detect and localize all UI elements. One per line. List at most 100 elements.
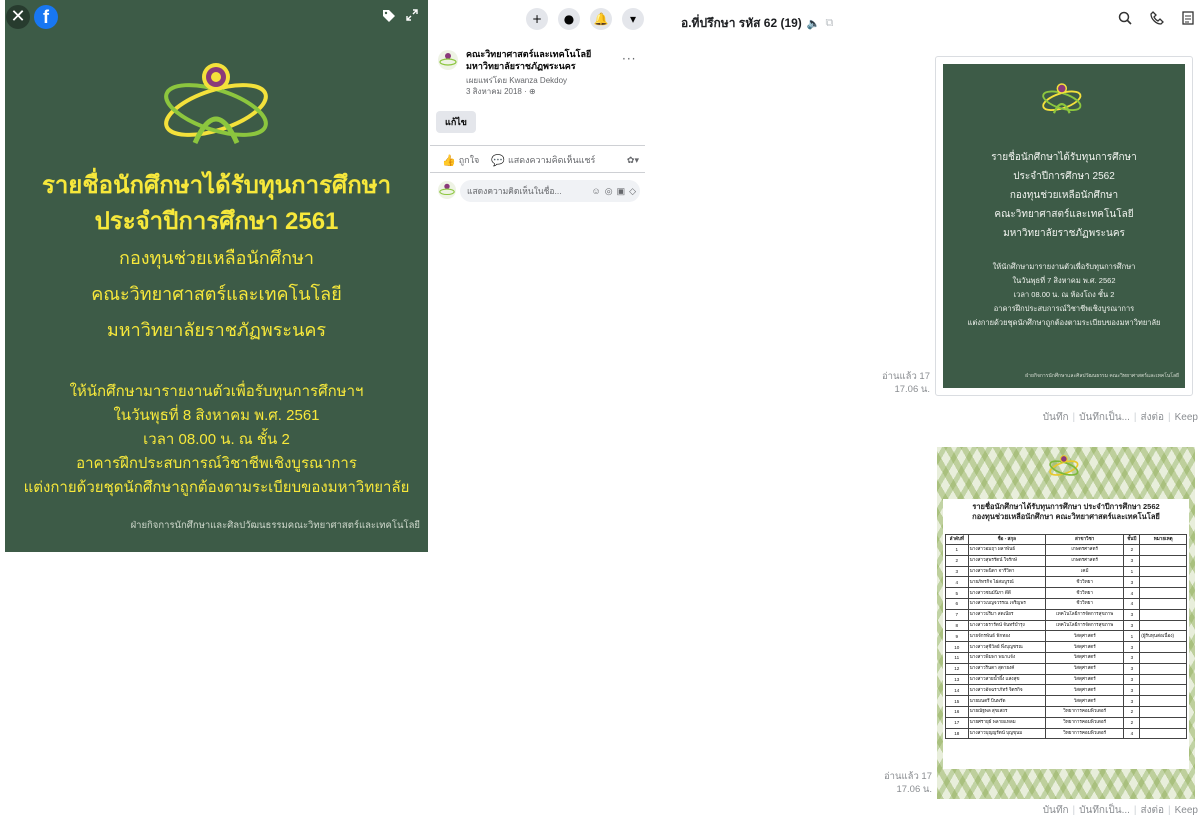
- sticker-icon[interactable]: ◇: [629, 186, 636, 197]
- save-link[interactable]: บันทึก: [1043, 805, 1069, 816]
- note-icon[interactable]: [1182, 11, 1194, 29]
- table-row: 1 นางสาวอมฤา ผลาพันธ์ เกษตรศาสตร์ 2: [945, 544, 1187, 556]
- post-as-selector[interactable]: ✿▾: [627, 155, 639, 166]
- table-cell: 1: [1123, 565, 1141, 578]
- table-row: 7 นางสาวปริมา สดเนียร เทคโนโลยีการจัดการสุ…: [945, 608, 1187, 621]
- like-label: ถูกใจ: [458, 155, 480, 165]
- table-row: 9 นายจักรพันธ์ ฟักทอง วัสดุศาสตร์ 1 (ผู้รับท…: [945, 630, 1187, 643]
- top-actions: + ● 🔔 ▾: [526, 8, 644, 30]
- table-cell: 1: [1123, 630, 1141, 643]
- table-cell: นางสาวชนม์นิภา ดีดี: [967, 587, 1046, 599]
- table-cell: วัสดุศาสตร์: [1044, 651, 1125, 664]
- table-cell: 2: [945, 554, 969, 567]
- edit-button[interactable]: แก้ไข: [436, 111, 476, 133]
- table-cell: นายณัฐพล สุขเสถร: [967, 705, 1046, 718]
- popout-icon[interactable]: ⧉: [826, 17, 834, 30]
- table-cell: นางสาวพิมพา พนาแจ้ง: [967, 651, 1046, 664]
- gif-icon[interactable]: ▣: [617, 186, 626, 197]
- table-cell: ชีววิทยา: [1044, 587, 1125, 599]
- account-menu-icon[interactable]: ▾: [622, 8, 644, 30]
- table-cell: [1139, 716, 1187, 729]
- table-cell: 3: [1123, 554, 1141, 567]
- table-cell: [1139, 641, 1187, 653]
- commenter-avatar: [438, 181, 456, 199]
- table-cell: 14: [945, 684, 969, 697]
- table-cell: นางสาวอัจฉราภัทร์ จิตรกิจ: [967, 684, 1046, 697]
- announcement-heading: รายชื่อนักศึกษาได้รับทุนการศึกษา ประจำปีก…: [943, 148, 1185, 243]
- emoji-icon[interactable]: ☺: [592, 186, 601, 197]
- image-message-announcement[interactable]: รายชื่อนักศึกษาได้รับทุนการศึกษา ประจำปีก…: [935, 56, 1193, 396]
- table-cell: เกษตรศาสตร์: [1044, 554, 1125, 567]
- post-date[interactable]: 3 สิงหาคม 2018 ·: [466, 87, 529, 96]
- table-row: 11 นางสาวพิมพา พนาแจ้ง วัสดุศาสตร์ 3: [945, 651, 1187, 664]
- text-line: เวลา 08.00 น. ณ ชั้น 2: [143, 431, 290, 448]
- message-time: 17.06 น.: [896, 784, 932, 795]
- like-button[interactable]: 👍 ถูกใจ: [442, 153, 479, 167]
- column-header: สาขาวิชา: [1044, 534, 1125, 545]
- table-row: 3 นางสาวพนิดา จารีวิดา เคมี 1: [945, 565, 1187, 578]
- table-cell: เทคโนโลยีการจัดการสุขภาพ: [1044, 619, 1125, 632]
- keep-link[interactable]: Keep: [1175, 805, 1198, 816]
- post-meta: เผยแพร่โดย Kwanza Dekdoy 3 สิงหาคม 2018 …: [466, 75, 626, 97]
- read-count: อ่านแล้ว 17: [881, 371, 930, 382]
- page-name-link[interactable]: คณะวิทยาศาสตร์และเทคโนโลยี มหาวิทยาลัยรา…: [466, 48, 616, 72]
- keep-link[interactable]: Keep: [1175, 412, 1198, 423]
- save-as-link[interactable]: บันทึกเป็น...: [1079, 412, 1130, 423]
- table-cell: นายศรายุธ์ พลายแหลม: [967, 716, 1046, 729]
- table-cell: นางสาวธรารัตน์ จันทร์บำรุง: [967, 619, 1046, 632]
- messenger-icon[interactable]: ●: [558, 8, 580, 30]
- table-cell: 17: [945, 716, 969, 729]
- save-link[interactable]: บันทึก: [1043, 412, 1069, 423]
- column-header: หมายเหตุ: [1139, 534, 1187, 545]
- forward-link[interactable]: ส่งต่อ: [1141, 805, 1165, 816]
- table-cell: 2: [1123, 716, 1141, 729]
- table-row: 14 นางสาวอัจฉราภัทร์ จิตรกิจ วัสดุศาสตร์ 3: [945, 684, 1187, 697]
- table-cell: [1139, 554, 1187, 567]
- text-line: อาคารฝึกประสบการณ์วิชาชีพเชิงบูรณาการ: [993, 304, 1135, 313]
- table-cell: [1139, 597, 1187, 610]
- image-message-roster[interactable]: รายชื่อนักศึกษาได้รับทุนการศึกษา ประจำปี…: [937, 447, 1195, 799]
- close-icon[interactable]: ✕: [6, 5, 30, 29]
- photo-viewer: ✕ f รายชื่อนักศึกษาได้รับทุนการศึกษา ประจ…: [5, 0, 428, 552]
- save-as-link[interactable]: บันทึกเป็น...: [1079, 805, 1130, 816]
- table-cell: 3: [945, 565, 969, 578]
- chat-title[interactable]: อ.ที่ปรึกษา รหัส 62 (19): [681, 14, 802, 33]
- text-line: มหาวิทยาลัยราชภัฏพระนคร: [106, 320, 327, 340]
- table-row: 17 นายศรายุธ์ พลายแหลม วิทยาการคอมพิวเตอร์…: [945, 716, 1187, 729]
- phone-icon[interactable]: [1150, 11, 1164, 29]
- table-cell: 1: [945, 544, 969, 556]
- message-time: 17.06 น.: [894, 384, 930, 395]
- comment-button[interactable]: 💬 แสดงความคิดเห็น: [491, 153, 578, 167]
- page-avatar[interactable]: [438, 50, 458, 70]
- tag-icon[interactable]: [382, 9, 396, 27]
- mute-icon[interactable]: 🔈: [807, 17, 821, 30]
- text-line: ในวันพุธที่ 8 สิงหาคม พ.ศ. 2561: [113, 407, 320, 424]
- expand-icon[interactable]: [406, 9, 418, 25]
- more-options-button[interactable]: ···: [622, 52, 636, 66]
- table-cell: [1139, 587, 1187, 599]
- message-actions: บันทึก | บันทึกเป็น... | ส่งต่อ | Keep: [1042, 412, 1198, 423]
- table-cell: 3: [1123, 662, 1141, 675]
- facebook-logo-icon[interactable]: f: [34, 5, 58, 29]
- text-line: แต่งกายด้วยชุดนักศึกษาถูกต้องตามระเบียบข…: [967, 318, 1161, 327]
- table-cell: 9: [945, 630, 969, 643]
- scholarship-roster-table: ลำดับที่ ชื่อ - สกุล สาขาวิชา ชั้นปี หมายเหต…: [945, 534, 1187, 740]
- camera-icon[interactable]: ◎: [605, 186, 613, 197]
- search-icon[interactable]: [1118, 11, 1132, 29]
- notifications-icon[interactable]: 🔔: [590, 8, 612, 30]
- read-status: อ่านแล้ว 17 17.06 น.: [872, 770, 932, 796]
- share-button[interactable]: แชร์: [579, 153, 596, 167]
- posted-by[interactable]: เผยแพร่โดย Kwanza Dekdoy: [466, 75, 626, 86]
- table-cell: 11: [945, 651, 969, 664]
- table-cell: ชีววิทยา: [1044, 597, 1125, 610]
- comment-input[interactable]: แสดงความคิดเห็นในชื่อ... ☺ ◎ ▣ ◇: [460, 180, 640, 202]
- table-cell: [1139, 673, 1187, 686]
- table-cell: ชีววิทยา: [1044, 576, 1125, 589]
- reaction-bar: 👍 ถูกใจ 💬 แสดงความคิดเห็น แชร์ ✿▾: [430, 145, 645, 167]
- table-cell: [1139, 662, 1187, 675]
- text-line: ให้นักศึกษามารายงานตัวเพื่อรับทุนการศึกษ…: [69, 383, 364, 400]
- table-cell: นางสาวบุญญรัตน์ บุญขุนม: [967, 727, 1046, 740]
- table-cell: นางสาวอมฤา ผลาพันธ์: [967, 544, 1046, 556]
- forward-link[interactable]: ส่งต่อ: [1141, 412, 1165, 423]
- create-icon[interactable]: +: [526, 8, 548, 30]
